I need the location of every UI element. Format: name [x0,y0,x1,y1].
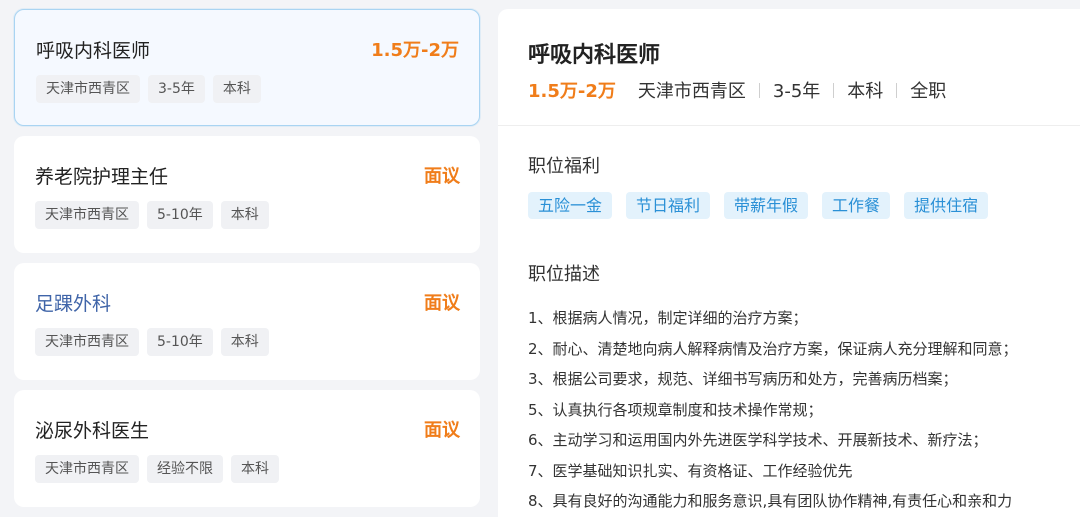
meta-divider [833,82,835,98]
detail-experience: 3-5年 [772,81,821,102]
experience-tag: 3-5年 [148,75,205,103]
job-tags: 天津市西青区 5-10年 本科 [35,328,269,356]
experience-tag: 5-10年 [147,201,213,229]
education-tag: 本科 [220,328,269,356]
page: 呼吸内科医师 1.5万-2万 天津市西青区 3-5年 本科 养老院护理主任 面议… [0,0,1080,517]
description-line: 6、主动学习和运用国内外先进医学科学技术、开展新技术、新疗法； [528,431,988,449]
job-card-nursing-director[interactable]: 养老院护理主任 面议 天津市西青区 5-10年 本科 [14,136,480,253]
description-heading: 职位描述 [528,264,600,285]
benefit-tag: 提供住宿 [904,192,989,219]
description-line: 5、认真执行各项规章制度和技术操作常规； [528,400,823,419]
benefit-tag: 带薪年假 [724,192,809,219]
job-title: 养老院护理主任 [35,166,169,188]
description-line: 3、根据公司要求，规范、详细书写病历和处方，完善病历档案； [528,370,958,388]
meta-divider [758,82,760,98]
job-tags: 天津市西青区 3-5年 本科 [36,75,261,103]
location-tag: 天津市西青区 [36,75,140,103]
benefits-heading: 职位福利 [528,156,600,177]
job-salary: 面议 [424,293,460,314]
description-line: 8、具有良好的沟通能力和服务意识,具有团队协作精神,有责任心和亲和力 [528,492,1013,510]
detail-header: 呼吸内科医师 1.5万-2万 天津市西青区 3-5年 本科 全职 [498,9,1080,126]
detail-title: 呼吸内科医师 [528,43,661,68]
detail-salary: 1.5万-2万 [528,81,616,102]
description-line: 7、医学基础知识扎实、有资格证、工作经验优先 [528,461,853,480]
job-title: 泌尿外科医生 [35,420,150,442]
description-line: 2、耐心、清楚地向病人解释病情及治疗方案，保证病人充分理解和同意； [528,339,1018,358]
education-tag: 本科 [231,455,279,483]
education-tag: 本科 [220,201,269,229]
benefit-tag: 工作餐 [822,192,891,219]
detail-meta: 1.5万-2万 天津市西青区 3-5年 本科 全职 [528,77,946,103]
experience-tag: 经验不限 [147,455,223,483]
benefit-tag: 五险一金 [528,192,613,219]
description-line: 1、根据病人情况，制定详细的治疗方案； [528,309,808,327]
job-card-foot-ankle-surgery[interactable]: 足踝外科 面议 天津市西青区 5-10年 本科 [14,263,480,380]
job-tags: 天津市西青区 经验不限 本科 [35,455,279,483]
job-detail-panel: 呼吸内科医师 1.5万-2万 天津市西青区 3-5年 本科 全职 职位福利 五险… [498,9,1080,517]
location-tag: 天津市西青区 [35,328,139,356]
job-salary: 面议 [424,420,460,441]
job-salary: 1.5万-2万 [371,40,459,61]
detail-education: 本科 [847,81,884,102]
job-title: 呼吸内科医师 [36,40,151,62]
detail-location: 天津市西青区 [637,81,746,102]
meta-divider [896,82,898,98]
detail-job-type: 全职 [910,81,947,102]
job-tags: 天津市西青区 5-10年 本科 [35,201,269,229]
job-salary: 面议 [424,166,460,187]
job-card-respiratory[interactable]: 呼吸内科医师 1.5万-2万 天津市西青区 3-5年 本科 [14,9,480,126]
job-card-urology[interactable]: 泌尿外科医生 面议 天津市西青区 经验不限 本科 [14,390,480,507]
location-tag: 天津市西青区 [35,201,139,229]
benefit-tag: 节日福利 [626,192,711,219]
experience-tag: 5-10年 [147,328,213,356]
benefits-list: 五险一金 节日福利 带薪年假 工作餐 提供住宿 [528,192,989,219]
location-tag: 天津市西青区 [35,455,139,483]
job-description: 1、根据病人情况，制定详细的治疗方案； 2、耐心、清楚地向病人解释病情及治疗方案… [528,303,1018,517]
job-title: 足踝外科 [35,293,112,315]
education-tag: 本科 [212,75,261,103]
